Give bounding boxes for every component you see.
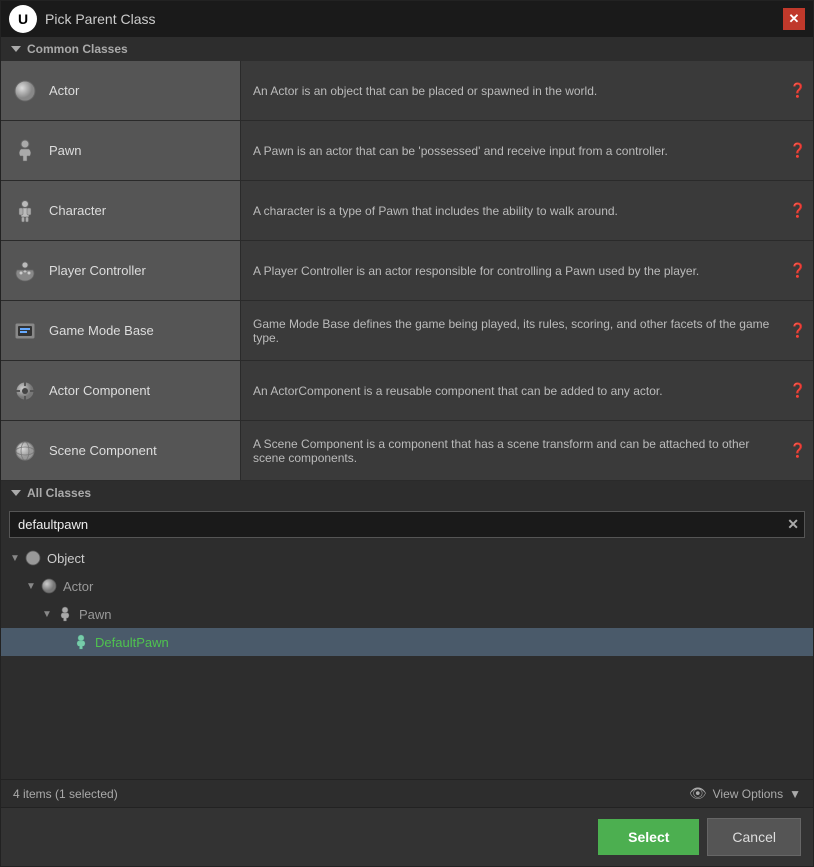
- class-button-actorcomponent[interactable]: Actor Component: [1, 361, 241, 420]
- dialog-title: Pick Parent Class: [45, 11, 155, 27]
- class-button-playercontroller[interactable]: Player Controller: [1, 241, 241, 300]
- actor-icon: [11, 77, 39, 105]
- title-bar: U Pick Parent Class ✕: [1, 1, 813, 37]
- tree-icon-object: [23, 548, 43, 568]
- tree-toggle-actor: ▼: [25, 580, 37, 592]
- class-name-pawn: Pawn: [49, 143, 82, 158]
- class-row-gamemodebase: Game Mode Base Game Mode Base defines th…: [1, 301, 813, 361]
- tree-toggle-pawn: ▼: [41, 608, 53, 620]
- tree-icon-actor: [39, 576, 59, 596]
- close-button[interactable]: ✕: [783, 8, 805, 30]
- class-button-scenecomponent[interactable]: Scene Component: [1, 421, 241, 480]
- class-name-character: Character: [49, 203, 106, 218]
- all-classes-collapse-icon: [11, 490, 21, 496]
- view-options-button[interactable]: 👁 View Options ▼: [689, 785, 801, 802]
- class-desc-gamemodebase: Game Mode Base defines the game being pl…: [241, 301, 783, 360]
- help-icon-playercontroller[interactable]: ❓: [783, 241, 813, 300]
- class-desc-actor: An Actor is an object that can be placed…: [241, 61, 783, 120]
- ue-logo: U: [9, 5, 37, 33]
- tree-icon-pawn: [55, 604, 75, 624]
- all-classes-label: All Classes: [27, 486, 91, 500]
- button-row: Select Cancel: [1, 807, 813, 866]
- tree-row-pawn[interactable]: ▼ Pawn: [1, 600, 813, 628]
- all-classes-section: All Classes ✕ ▼ Object ▼: [1, 481, 813, 807]
- tree-label-pawn: Pawn: [79, 607, 112, 622]
- help-icon-scenecomponent[interactable]: ❓: [783, 421, 813, 480]
- class-name-gamemodebase: Game Mode Base: [49, 323, 154, 338]
- common-classes-section: Common Classes Actor: [1, 37, 813, 481]
- search-input[interactable]: [9, 511, 805, 538]
- class-row-scenecomponent: Scene Component A Scene Component is a c…: [1, 421, 813, 481]
- tree-label-actor: Actor: [63, 579, 93, 594]
- pawn-icon: [11, 137, 39, 165]
- class-name-playercontroller: Player Controller: [49, 263, 146, 278]
- common-classes-label: Common Classes: [27, 42, 128, 56]
- class-name-scenecomponent: Scene Component: [49, 443, 157, 458]
- tree-row-actor[interactable]: ▼ Actor: [1, 572, 813, 600]
- cancel-button[interactable]: Cancel: [707, 818, 801, 856]
- character-icon: [11, 197, 39, 225]
- scenecomponent-icon: [11, 437, 39, 465]
- class-desc-playercontroller: A Player Controller is an actor responsi…: [241, 241, 783, 300]
- help-icon-character[interactable]: ❓: [783, 181, 813, 240]
- class-name-actorcomponent: Actor Component: [49, 383, 150, 398]
- help-icon-actorcomponent[interactable]: ❓: [783, 361, 813, 420]
- tree-label-defaultpawn: DefaultPawn: [95, 635, 169, 650]
- class-row-actorcomponent: Actor Component An ActorComponent is a r…: [1, 361, 813, 421]
- playercontroller-icon: [11, 257, 39, 285]
- class-button-character[interactable]: Character: [1, 181, 241, 240]
- help-icon-pawn[interactable]: ❓: [783, 121, 813, 180]
- view-options-label: View Options: [713, 787, 783, 801]
- class-desc-actorcomponent: An ActorComponent is a reusable componen…: [241, 361, 783, 420]
- status-bar: 4 items (1 selected) 👁 View Options ▼: [1, 779, 813, 807]
- class-name-actor: Actor: [49, 83, 79, 98]
- class-desc-character: A character is a type of Pawn that inclu…: [241, 181, 783, 240]
- tree-row-object[interactable]: ▼ Object: [1, 544, 813, 572]
- class-row-playercontroller: Player Controller A Player Controller is…: [1, 241, 813, 301]
- class-button-pawn[interactable]: Pawn: [1, 121, 241, 180]
- status-text: 4 items (1 selected): [13, 787, 118, 801]
- class-row-character: Character A character is a type of Pawn …: [1, 181, 813, 241]
- class-desc-pawn: A Pawn is an actor that can be 'possesse…: [241, 121, 783, 180]
- help-icon-gamemodebase[interactable]: ❓: [783, 301, 813, 360]
- help-icon-actor[interactable]: ❓: [783, 61, 813, 120]
- tree-view: ▼ Object ▼: [1, 544, 813, 779]
- select-button[interactable]: Select: [598, 819, 699, 855]
- class-row-actor: Actor An Actor is an object that can be …: [1, 61, 813, 121]
- actorcomponent-icon: [11, 377, 39, 405]
- class-row-pawn: Pawn A Pawn is an actor that can be 'pos…: [1, 121, 813, 181]
- eye-icon: 👁: [689, 785, 707, 802]
- dialog: U Pick Parent Class ✕ Common Classes: [0, 0, 814, 867]
- class-button-gamemodebase[interactable]: Game Mode Base: [1, 301, 241, 360]
- all-classes-header: All Classes: [1, 481, 813, 505]
- tree-row-defaultpawn[interactable]: DefaultPawn: [1, 628, 813, 656]
- view-options-chevron: ▼: [789, 787, 801, 801]
- common-classes-header: Common Classes: [1, 37, 813, 61]
- tree-toggle-object: ▼: [9, 552, 21, 564]
- tree-icon-defaultpawn: [71, 632, 91, 652]
- tree-toggle-defaultpawn: [57, 636, 69, 648]
- tree-label-object: Object: [47, 551, 85, 566]
- search-clear-button[interactable]: ✕: [787, 516, 799, 533]
- gamemodebase-icon: [11, 317, 39, 345]
- class-desc-scenecomponent: A Scene Component is a component that ha…: [241, 421, 783, 480]
- class-button-actor[interactable]: Actor: [1, 61, 241, 120]
- search-bar: ✕: [1, 505, 813, 544]
- collapse-icon: [11, 46, 21, 52]
